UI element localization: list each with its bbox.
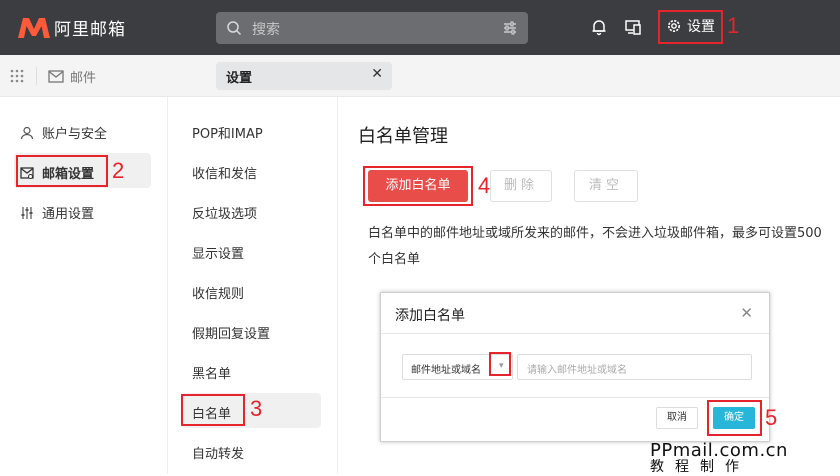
- subnav-item-pop-imap[interactable]: POP和IMAP: [192, 123, 263, 142]
- brand-logo[interactable]: 阿里邮箱: [16, 15, 126, 40]
- apps-grid-icon[interactable]: [10, 69, 24, 83]
- whitelist-description: 白名单中的邮件地址或域所发来的邮件，不会进入垃圾邮件箱，最多可设置500个白名单: [368, 226, 822, 267]
- subnav-item-auto-forward[interactable]: 自动转发: [192, 443, 244, 462]
- brand-name: 阿里邮箱: [54, 20, 126, 40]
- sidebar-item-label: 通用设置: [42, 207, 95, 222]
- page-title: 白名单管理: [358, 126, 448, 147]
- delete-button[interactable]: 删除: [490, 170, 552, 202]
- annotation-box-add: [363, 166, 473, 206]
- envelope-icon: [48, 70, 64, 83]
- subnav-item-anti-spam[interactable]: 反垃圾选项: [192, 203, 257, 222]
- annotation-number: 2: [112, 158, 125, 183]
- annotation-box-whitelist: [181, 394, 245, 426]
- annotation-box-settings: [658, 10, 723, 44]
- sliders-icon: [21, 206, 33, 219]
- search-icon: [227, 21, 242, 36]
- clear-button[interactable]: 清空: [574, 170, 638, 202]
- annotation-number: 3: [250, 396, 263, 421]
- close-tab-icon[interactable]: ✕: [371, 66, 383, 82]
- tab-divider: [36, 67, 37, 85]
- select-value: 邮件地址或域名: [411, 365, 481, 376]
- tab-mail[interactable]: 邮件: [48, 67, 96, 86]
- close-icon[interactable]: ✕: [740, 304, 753, 322]
- tab-settings[interactable]: 设置 ✕: [216, 62, 392, 90]
- subnav-item-vacation-reply[interactable]: 假期回复设置: [192, 323, 270, 342]
- address-input[interactable]: 请输入邮件地址或域名: [517, 354, 752, 380]
- watermark-caption: 教程制作: [650, 459, 750, 475]
- logo-m-icon: [18, 17, 50, 38]
- annotation-box-mailbox-settings: [16, 155, 108, 187]
- annotation-box-select: [489, 352, 511, 376]
- filter-icon[interactable]: [502, 20, 518, 36]
- sidebar-item-label: 账户与安全: [42, 127, 108, 142]
- search-placeholder: 搜索: [252, 22, 280, 38]
- tab-bar: 邮件 设置 ✕: [0, 55, 840, 97]
- search-input[interactable]: 搜索: [216, 12, 528, 44]
- annotation-number: 5: [765, 405, 778, 430]
- tab-settings-label: 设置: [226, 71, 253, 86]
- sidebar-item-general-settings[interactable]: 通用设置: [20, 203, 94, 222]
- bell-icon[interactable]: [590, 18, 608, 36]
- dialog-divider: [381, 397, 769, 398]
- subnav-item-blacklist[interactable]: 黑名单: [192, 363, 231, 382]
- tab-mail-label: 邮件: [70, 71, 97, 86]
- devices-icon[interactable]: [624, 18, 642, 36]
- dialog-divider: [381, 333, 769, 334]
- settings-sidebar: 账户与安全 邮箱设置 通用设置: [0, 97, 168, 474]
- user-icon: [20, 126, 34, 139]
- cancel-button[interactable]: 取消: [656, 407, 698, 429]
- dialog-title: 添加白名单: [395, 308, 465, 324]
- annotation-number: 1: [727, 13, 740, 38]
- annotation-box-confirm: [707, 400, 762, 436]
- subnav-item-rules[interactable]: 收信规则: [192, 283, 244, 302]
- subnav-item-send-receive[interactable]: 收信和发信: [192, 163, 257, 182]
- subnav-item-display[interactable]: 显示设置: [192, 243, 244, 262]
- annotation-number: 4: [478, 173, 491, 198]
- sidebar-item-account-security[interactable]: 账户与安全: [20, 123, 107, 142]
